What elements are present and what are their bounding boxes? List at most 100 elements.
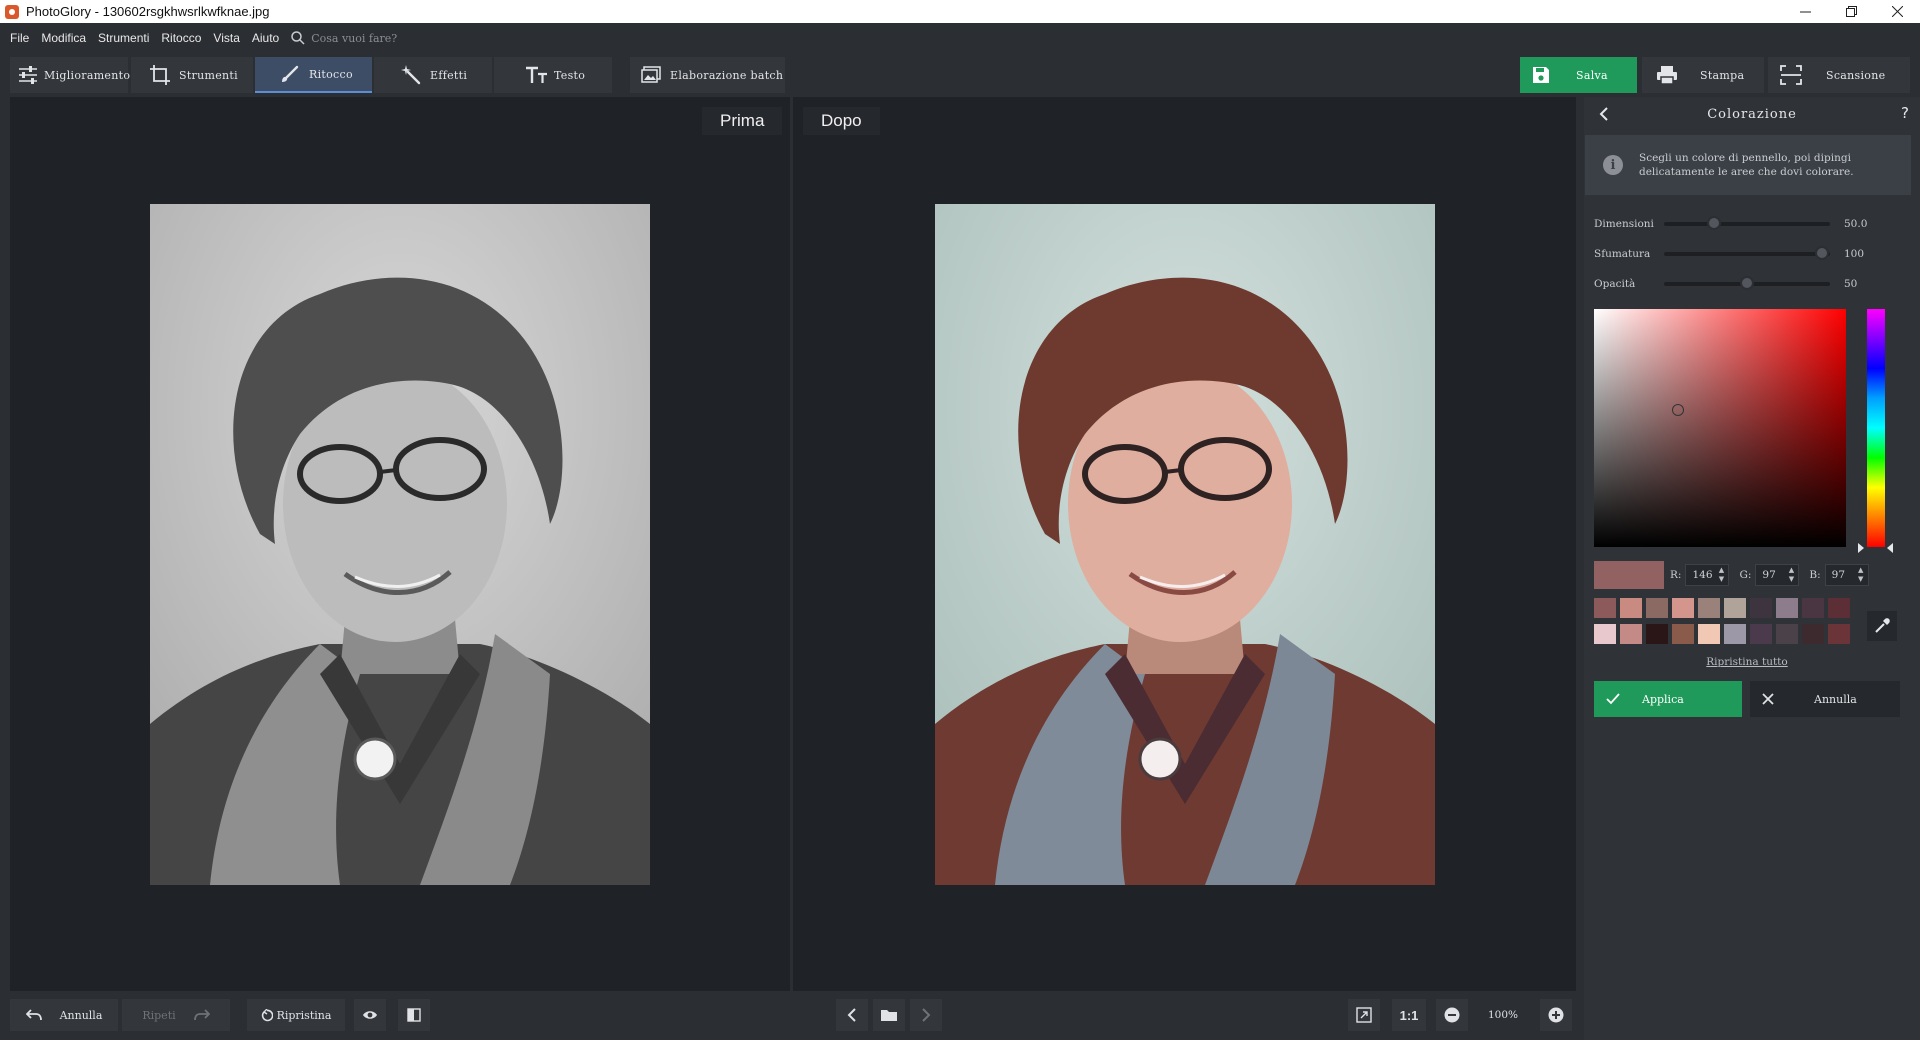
spin-arrows-icon[interactable]: ▲ ▼ bbox=[1854, 565, 1868, 585]
tab-testo[interactable]: Testo bbox=[494, 57, 612, 93]
open-folder-button[interactable] bbox=[873, 999, 905, 1031]
color-swatch[interactable] bbox=[1776, 598, 1798, 618]
color-swatch[interactable] bbox=[1828, 624, 1850, 644]
apply-button[interactable]: Applica bbox=[1594, 681, 1742, 717]
preview-toggle-button[interactable] bbox=[354, 999, 386, 1031]
print-button[interactable]: Stampa bbox=[1642, 57, 1764, 93]
batch-processing-button[interactable]: Elaborazione batch bbox=[630, 57, 785, 93]
menu-vista[interactable]: Vista bbox=[207, 31, 245, 45]
tab-miglioramento[interactable]: Miglioramento bbox=[10, 57, 130, 93]
split-divider[interactable] bbox=[790, 97, 793, 991]
scan-label: Scansione bbox=[1826, 68, 1886, 82]
scan-button[interactable]: Scansione bbox=[1768, 57, 1910, 93]
back-arrow-icon[interactable] bbox=[1596, 106, 1612, 122]
redo-icon bbox=[193, 1009, 210, 1021]
slider-value: 50.0 bbox=[1844, 218, 1868, 230]
search-input[interactable] bbox=[311, 31, 472, 45]
feather-slider[interactable] bbox=[1664, 246, 1830, 260]
tab-ritocco[interactable]: Ritocco bbox=[255, 57, 372, 93]
cancel-button[interactable]: Annulla bbox=[1750, 681, 1900, 717]
blue-input[interactable]: 97 ▲ ▼ bbox=[1824, 564, 1869, 586]
opacity-slider[interactable] bbox=[1664, 276, 1830, 290]
spin-arrows-icon[interactable]: ▲ ▼ bbox=[1714, 565, 1728, 585]
after-photo bbox=[935, 204, 1435, 885]
color-swatch[interactable] bbox=[1776, 624, 1798, 644]
feather-slider-row: Sfumatura 100 bbox=[1594, 244, 1904, 264]
color-swatch[interactable] bbox=[1698, 624, 1720, 644]
info-icon: i bbox=[1603, 155, 1623, 175]
zoom-in-button[interactable] bbox=[1540, 999, 1572, 1031]
slider-value: 50 bbox=[1844, 278, 1858, 290]
red-input[interactable]: 146 ▲ ▼ bbox=[1685, 564, 1730, 586]
color-swatch[interactable] bbox=[1698, 598, 1720, 618]
brush-icon bbox=[279, 63, 301, 85]
tab-strumenti[interactable]: Strumenti bbox=[131, 57, 253, 93]
hue-slider[interactable] bbox=[1867, 309, 1885, 547]
color-swatch[interactable] bbox=[1750, 598, 1772, 618]
menu-ritocco[interactable]: Ritocco bbox=[155, 31, 207, 45]
sliders-icon bbox=[18, 64, 38, 86]
tab-effetti[interactable]: Effetti bbox=[374, 57, 492, 93]
color-swatch[interactable] bbox=[1802, 598, 1824, 618]
hue-arrow-left-icon[interactable] bbox=[1858, 543, 1864, 553]
help-icon[interactable]: ? bbox=[1901, 104, 1910, 122]
color-picker-handle[interactable] bbox=[1672, 404, 1684, 416]
slider-label: Sfumatura bbox=[1594, 248, 1651, 260]
slider-thumb[interactable] bbox=[1814, 246, 1829, 260]
hue-arrow-right-icon[interactable] bbox=[1887, 543, 1893, 553]
eyedropper-button[interactable] bbox=[1867, 611, 1897, 641]
tab-label: Strumenti bbox=[179, 68, 238, 82]
menu-modifica[interactable]: Modifica bbox=[35, 31, 92, 45]
actual-size-button[interactable]: 1:1 bbox=[1392, 999, 1426, 1031]
crop-icon bbox=[149, 64, 171, 86]
save-label: Salva bbox=[1576, 68, 1608, 82]
reset-button[interactable]: Ripristina bbox=[247, 999, 345, 1031]
fit-to-window-button[interactable] bbox=[1348, 999, 1380, 1031]
color-swatch[interactable] bbox=[1646, 598, 1668, 618]
size-slider-row: Dimensioni 50.0 bbox=[1594, 214, 1904, 234]
previous-button[interactable] bbox=[836, 999, 868, 1031]
close-button[interactable] bbox=[1874, 0, 1920, 23]
minimize-button[interactable] bbox=[1782, 0, 1828, 23]
color-swatch[interactable] bbox=[1672, 598, 1694, 618]
color-swatch[interactable] bbox=[1594, 624, 1616, 644]
color-swatch[interactable] bbox=[1620, 624, 1642, 644]
color-swatch[interactable] bbox=[1594, 598, 1616, 618]
color-swatch[interactable] bbox=[1828, 598, 1850, 618]
color-swatch[interactable] bbox=[1620, 598, 1642, 618]
menu-file[interactable]: File bbox=[4, 31, 35, 45]
compare-view-button[interactable] bbox=[398, 999, 430, 1031]
cancel-label: Annulla bbox=[1814, 692, 1857, 706]
redo-button[interactable]: Ripeti bbox=[122, 999, 230, 1031]
color-swatch[interactable] bbox=[1672, 624, 1694, 644]
undo-button[interactable]: Annulla bbox=[10, 999, 118, 1031]
size-slider[interactable] bbox=[1664, 216, 1830, 230]
menu-strumenti[interactable]: Strumenti bbox=[92, 31, 155, 45]
zoom-out-icon bbox=[1444, 1007, 1460, 1023]
printer-icon bbox=[1656, 64, 1678, 86]
save-button[interactable]: Salva bbox=[1520, 57, 1637, 93]
next-button[interactable] bbox=[910, 999, 942, 1031]
green-input[interactable]: 97 ▲ ▼ bbox=[1755, 564, 1800, 586]
color-swatch[interactable] bbox=[1724, 624, 1746, 644]
color-swatch[interactable] bbox=[1750, 624, 1772, 644]
reset-all-link[interactable]: Ripristina tutto bbox=[1584, 656, 1910, 668]
slider-thumb[interactable] bbox=[1740, 276, 1754, 290]
photo-canvas[interactable]: Prima Dopo bbox=[10, 97, 1576, 991]
spin-arrows-icon[interactable]: ▲ ▼ bbox=[1784, 565, 1798, 585]
zoom-out-button[interactable] bbox=[1436, 999, 1468, 1031]
reset-label: Ripristina bbox=[276, 1008, 332, 1022]
color-swatch[interactable] bbox=[1802, 624, 1824, 644]
slider-thumb[interactable] bbox=[1706, 216, 1721, 230]
saturation-value-picker[interactable] bbox=[1594, 309, 1846, 547]
g-label: G: bbox=[1739, 569, 1752, 581]
reset-icon bbox=[261, 1008, 273, 1022]
search-icon bbox=[291, 30, 307, 46]
close-icon bbox=[1891, 6, 1903, 17]
save-icon bbox=[1530, 64, 1552, 86]
color-swatch[interactable] bbox=[1724, 598, 1746, 618]
menu-aiuto[interactable]: Aiuto bbox=[246, 31, 285, 45]
panel-header: Colorazione ? bbox=[1584, 97, 1920, 131]
color-swatch[interactable] bbox=[1646, 624, 1668, 644]
restore-button[interactable] bbox=[1828, 0, 1874, 23]
